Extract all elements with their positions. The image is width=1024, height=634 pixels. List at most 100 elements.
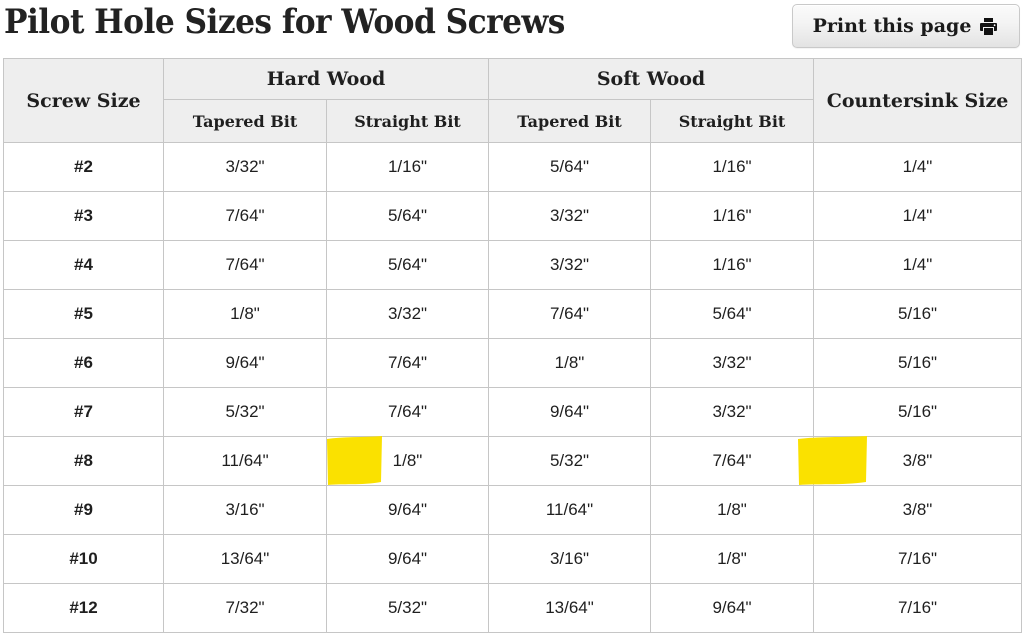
cell-value: 3/8" [902,500,933,519]
cell-screw-size: #4 [3,240,164,290]
cell-soft-wood-tapered-bit: 3/32" [488,191,651,241]
cell-inner: 5/32" [327,584,488,632]
cell-countersink-size: 1/4" [813,191,1023,241]
cell-inner: 5/64" [651,290,813,338]
cell-soft-wood-straight-bit: 7/64" [649,436,815,486]
cell-inner: 7/16" [814,584,1021,632]
cell-value: 11/64" [545,500,594,519]
cell-value: 5/32" [549,451,590,470]
cell-hard-wood-straight-bit: 5/64" [326,191,489,241]
table-row: #9 3/16" 9/64" 11/64" 1/8" 3/8" [3,485,1023,535]
page-header: Pilot Hole Sizes for Wood Screws Print t… [0,0,1024,58]
column-header-countersink-size: Countersink Size [813,58,1023,143]
cell-inner: 3/8" [814,486,1021,534]
cell-soft-wood-tapered-bit: 5/32" [488,436,651,486]
cell-countersink-size: 3/8" [798,436,1023,486]
table-row: #5 1/8" 3/32" 7/64" 5/64" 5/16" [3,289,1023,339]
cell-value: 9/64" [549,402,590,421]
cell-value: 5/64" [387,255,428,274]
cell-value: 3/32" [549,255,590,274]
cell-inner: 3/32" [489,192,650,240]
cell-value: 9/64" [387,549,428,568]
cell-inner: 7/64" [164,241,326,289]
table-row: #3 7/64" 5/64" 3/32" 1/16" 1/4" [3,191,1023,241]
table-row: #7 5/32" 7/64" 9/64" 3/32" 5/16" [3,387,1023,437]
cell-soft-wood-tapered-bit: 11/64" [488,485,651,535]
cell-hard-wood-tapered-bit: 7/64" [163,191,327,241]
cell-countersink-size: 1/4" [813,142,1023,192]
cell-hard-wood-straight-bit: 7/64" [326,387,489,437]
table-body: #2 3/32" 1/16" 5/64" 1/16" 1/4" #3 7/64" 5/64" 3/… [3,142,1023,633]
cell-inner: 11/64" [164,437,326,485]
cell-inner: 9/64" [651,584,813,632]
cell-value: 5/16" [897,353,938,372]
print-page-button[interactable]: Print this page [792,4,1020,48]
cell-inner: 13/64" [164,535,326,583]
cell-screw-size: #9 [3,485,164,535]
cell-soft-wood-straight-bit: 3/32" [649,338,815,388]
cell-value: 1/8" [230,304,260,323]
cell-value: 5/64" [387,206,428,225]
cell-inner: 3/32" [651,388,813,436]
cell-inner: 1/16" [651,143,813,191]
cell-inner: 3/8" [798,436,1021,485]
cell-value: 1/16" [712,255,752,274]
cell-inner: 5/16" [814,339,1021,387]
cell-hard-wood-straight-bit: 1/8" [325,436,489,486]
cell-value: 9/64" [225,353,265,372]
cell-inner: 3/16" [164,486,326,534]
cell-inner: 3/32" [327,290,488,338]
column-header-hard-wood-tapered-bit: Tapered Bit [163,99,327,143]
cell-soft-wood-straight-bit: 1/16" [649,191,815,241]
cell-inner: 5/16" [814,388,1021,436]
cell-value: 7/64" [712,451,752,470]
cell-screw-size: #8 [3,436,164,486]
highlighter-mark [325,436,383,486]
cell-soft-wood-tapered-bit: 1/8" [488,338,651,388]
pilot-hole-table-container: Screw Size Hard Wood Soft Wood Countersi… [0,58,1024,633]
cell-screw-size: #12 [3,583,164,633]
cell-value: 7/64" [225,255,265,274]
cell-inner: 5/64" [489,143,650,191]
cell-hard-wood-tapered-bit: 11/64" [163,436,327,486]
table-row: #6 9/64" 7/64" 1/8" 3/32" 5/16" [3,338,1023,388]
cell-value: 7/32" [225,598,265,617]
cell-countersink-size: 7/16" [813,534,1023,584]
cell-value: 9/64" [712,598,752,617]
cell-hard-wood-tapered-bit: 3/16" [163,485,327,535]
cell-hard-wood-tapered-bit: 1/8" [163,289,327,339]
cell-hard-wood-tapered-bit: 9/64" [163,338,327,388]
cell-value: 1/16" [387,157,428,176]
cell-hard-wood-tapered-bit: 7/64" [163,240,327,290]
cell-hard-wood-straight-bit: 1/16" [326,142,489,192]
table-row: #8 11/64" 1/8" 5/32" 7/64" 3/8" [3,436,1023,486]
column-header-screw-size: Screw Size [3,58,164,143]
table-header: Screw Size Hard Wood Soft Wood Countersi… [3,58,1023,143]
cell-countersink-size: 7/16" [813,583,1023,633]
cell-value: 3/16" [225,500,265,519]
cell-countersink-size: 5/16" [813,289,1023,339]
cell-value: 13/64" [220,549,270,568]
cell-value: 1/8" [392,451,423,470]
cell-value: 3/32" [712,353,752,372]
cell-value: 3/32" [549,206,590,225]
column-header-soft-wood-tapered-bit: Tapered Bit [488,99,651,143]
cell-inner: 1/4" [814,241,1021,289]
cell-inner: 9/64" [164,339,326,387]
cell-countersink-size: 3/8" [813,485,1023,535]
cell-hard-wood-straight-bit: 5/32" [326,583,489,633]
cell-inner: 1/8" [651,486,813,534]
cell-soft-wood-straight-bit: 1/16" [649,142,815,192]
cell-hard-wood-tapered-bit: 5/32" [163,387,327,437]
cell-inner: 5/32" [489,437,650,485]
cell-inner: 1/8" [651,535,813,583]
cell-inner: 3/32" [489,241,650,289]
table-row: #10 13/64" 9/64" 3/16" 1/8" 7/16" [3,534,1023,584]
cell-value: 5/32" [225,402,265,421]
cell-value: 1/16" [712,206,752,225]
cell-inner: 3/32" [651,339,813,387]
cell-inner: 3/32" [164,143,326,191]
cell-value: 1/4" [902,206,933,225]
cell-inner: 5/16" [814,290,1021,338]
cell-inner: 1/8" [325,436,488,486]
